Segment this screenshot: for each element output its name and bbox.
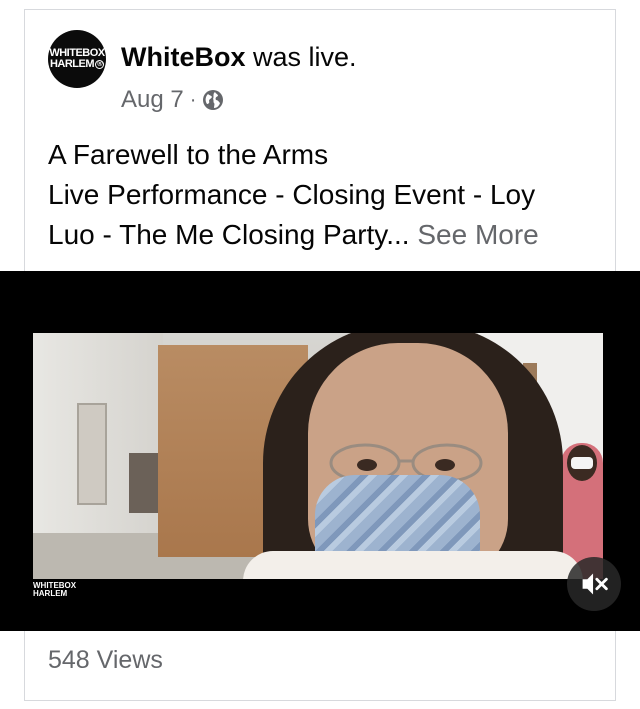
watermark-line2: HARLEM [33, 589, 68, 598]
scene-desk [129, 453, 159, 513]
background-person-mask [571, 457, 593, 469]
post-text-truncated: Luo - The Me Closing Party... [48, 219, 410, 250]
post-status: was live. [253, 42, 357, 72]
scene-artwork [77, 403, 107, 505]
post-text: A Farewell to the Arms Live Performance … [48, 135, 608, 255]
globe-icon [202, 89, 224, 111]
page-avatar[interactable]: WHITEBOX HARLEM ® [48, 30, 106, 88]
unmute-button[interactable] [567, 557, 621, 611]
post-header: WhiteBox was live. [121, 42, 357, 73]
page-name-link[interactable]: WhiteBox [121, 42, 246, 72]
post-text-line: Luo - The Me Closing Party... See More [48, 215, 608, 255]
meta-separator: · [189, 88, 197, 111]
performer-shirt [243, 551, 583, 579]
avatar-registered-mark: ® [95, 60, 105, 69]
post-meta: Aug 7 · [121, 86, 224, 114]
video-frame[interactable] [33, 333, 603, 579]
post-date[interactable]: Aug 7 [121, 86, 184, 114]
avatar-logo-text: HARLEM [49, 58, 95, 70]
see-more-link[interactable]: See More [417, 219, 538, 250]
post-text-line: A Farewell to the Arms [48, 139, 329, 170]
view-count: 548 Views [48, 646, 163, 674]
avatar-logo-line2: HARLEM ® [49, 58, 105, 70]
whitebox-watermark: WHITEBOX HARLEM [33, 582, 76, 598]
post-text-line: Live Performance - Closing Event - Loy [48, 179, 536, 210]
live-video-player[interactable]: WHITEBOX HARLEM [0, 271, 640, 631]
speaker-muted-icon [582, 573, 608, 595]
